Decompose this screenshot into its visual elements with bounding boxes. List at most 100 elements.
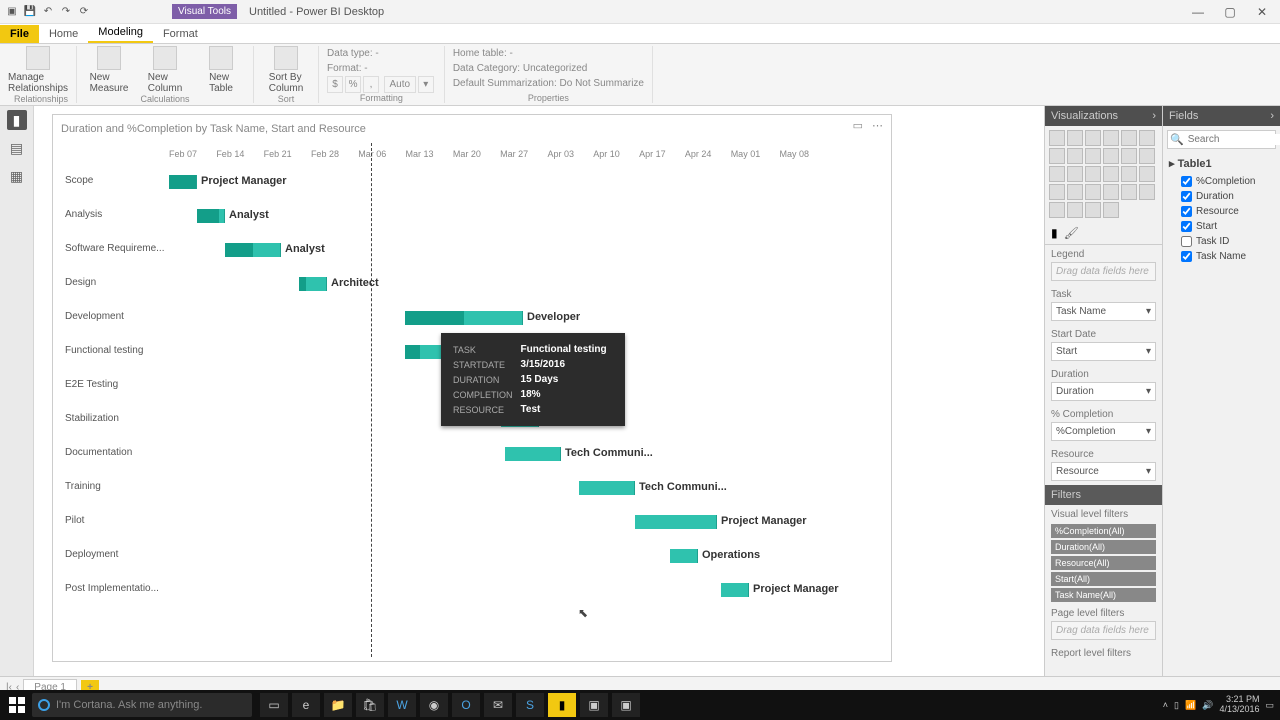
refresh-icon[interactable]: ⟳ [76,4,92,20]
chevron-down-icon[interactable]: ▾ [1146,386,1151,397]
chrome-icon[interactable]: ◉ [420,693,448,717]
chevron-down-icon[interactable]: ▾ [1146,466,1151,477]
word-icon[interactable]: W [388,693,416,717]
gantt-bar[interactable] [299,277,327,291]
field-item[interactable]: Duration [1163,189,1280,204]
search-input[interactable] [1188,134,1280,145]
data-view-icon[interactable]: ▤ [7,138,27,158]
focus-mode-icon[interactable]: ▭ [853,119,863,132]
visual-type-icon[interactable] [1121,184,1137,200]
resource-well[interactable]: Resource▾ [1051,462,1156,481]
more-options-icon[interactable]: ⋯ [872,119,883,132]
visual-type-icon[interactable] [1085,130,1101,146]
filters-header[interactable]: Filters [1045,485,1162,505]
visual-type-icon[interactable] [1139,148,1155,164]
visual-type-icon[interactable] [1067,184,1083,200]
visual-type-icon[interactable] [1103,166,1119,182]
default-summ-label[interactable]: Default Summarization: Do Not Summarize [453,76,644,91]
maximize-button[interactable]: ▢ [1216,3,1244,21]
visual-type-icon[interactable] [1103,202,1119,218]
save-icon[interactable]: 💾 [22,4,38,20]
start-well[interactable]: Start▾ [1051,342,1156,361]
visual-type-icon[interactable] [1067,148,1083,164]
app-icon[interactable]: ▣ [580,693,608,717]
data-type-label[interactable]: Data type: - [327,46,436,61]
task-well[interactable]: Task Name▾ [1051,302,1156,321]
tab-home[interactable]: Home [39,25,88,43]
report-view-icon[interactable]: ▮ [7,110,27,130]
mail-icon[interactable]: ✉ [484,693,512,717]
visual-type-icon[interactable] [1139,166,1155,182]
visual-type-icon[interactable] [1085,148,1101,164]
outlook-icon[interactable]: O [452,693,480,717]
chevron-down-icon[interactable]: ▾ [1146,346,1151,357]
minimize-button[interactable]: — [1184,3,1212,21]
cortana-search[interactable]: I'm Cortana. Ask me anything. [32,693,252,717]
chevron-down-icon[interactable]: ▾ [1146,426,1151,437]
field-checkbox[interactable] [1181,236,1192,247]
task-view-icon[interactable]: ▭ [260,693,288,717]
gantt-bar[interactable] [670,549,698,563]
gantt-bar[interactable] [579,481,635,495]
field-item[interactable]: Task Name [1163,249,1280,264]
fields-tab-icon[interactable]: ▮ [1051,226,1058,240]
gantt-bar[interactable] [635,515,717,529]
explorer-icon[interactable]: 📁 [324,693,352,717]
gantt-bar[interactable] [505,447,561,461]
visual-type-icon[interactable] [1085,166,1101,182]
gantt-bar[interactable] [169,175,197,189]
number-format-row[interactable]: $%, Auto▾ [327,76,436,93]
tray-chevron-icon[interactable]: ˄ [1163,700,1168,710]
model-view-icon[interactable]: ▦ [7,166,27,186]
field-checkbox[interactable] [1181,251,1192,262]
chevron-down-icon[interactable]: ▾ [1146,306,1151,317]
tab-file[interactable]: File [0,25,39,43]
filter-item[interactable]: %Completion(All) [1051,524,1156,538]
visual-type-icon[interactable] [1049,130,1065,146]
store-icon[interactable]: 🛍 [356,693,384,717]
visual-type-icon[interactable] [1139,184,1155,200]
gantt-bar[interactable] [405,311,523,325]
visual-type-icon[interactable] [1049,202,1065,218]
battery-icon[interactable]: ▯ [1174,700,1179,711]
visual-type-icon[interactable] [1049,166,1065,182]
new-column-button[interactable]: New Column [141,46,189,94]
report-canvas[interactable]: Duration and %Completion by Task Name, S… [52,114,892,662]
filter-item[interactable]: Start(All) [1051,572,1156,586]
data-category-label[interactable]: Data Category: Uncategorized [453,61,644,76]
visual-type-icon[interactable] [1121,166,1137,182]
edge-icon[interactable]: e [292,693,320,717]
visualizations-header[interactable]: Visualizations› [1045,106,1162,126]
visual-type-icon[interactable] [1121,148,1137,164]
gantt-bar[interactable] [225,243,281,257]
completion-well[interactable]: %Completion▾ [1051,422,1156,441]
visual-type-icon[interactable] [1103,148,1119,164]
app-icon[interactable]: ▣ [612,693,640,717]
visual-type-icon[interactable] [1103,130,1119,146]
field-item[interactable]: Task ID [1163,234,1280,249]
fields-header[interactable]: Fields› [1163,106,1280,126]
new-measure-button[interactable]: New Measure [85,46,133,94]
field-checkbox[interactable] [1181,176,1192,187]
visual-type-icon[interactable] [1067,130,1083,146]
notifications-icon[interactable]: ▭ [1265,700,1274,711]
filter-item[interactable]: Task Name(All) [1051,588,1156,602]
sort-by-column-button[interactable]: Sort By Column [262,46,310,94]
field-item[interactable]: Start [1163,219,1280,234]
gantt-bar[interactable] [197,209,225,223]
gantt-visual[interactable]: Feb 07Feb 14Feb 21Feb 28Mar 06Mar 13Mar … [53,137,891,637]
visual-type-icon[interactable] [1085,202,1101,218]
volume-icon[interactable]: 🔊 [1202,700,1213,711]
powerbi-icon[interactable]: ▮ [548,693,576,717]
new-table-button[interactable]: New Table [197,46,245,94]
fields-search[interactable]: 🔍 [1167,130,1276,149]
visual-type-icon[interactable] [1103,184,1119,200]
clock[interactable]: 3:21 PM4/13/2016 [1219,695,1259,715]
format-label[interactable]: Format: - [327,61,436,76]
visual-type-icon[interactable] [1121,130,1137,146]
field-checkbox[interactable] [1181,221,1192,232]
close-button[interactable]: ✕ [1248,3,1276,21]
filter-item[interactable]: Duration(All) [1051,540,1156,554]
table-node[interactable]: ▸ Table1 [1163,153,1280,174]
redo-icon[interactable]: ↷ [58,4,74,20]
